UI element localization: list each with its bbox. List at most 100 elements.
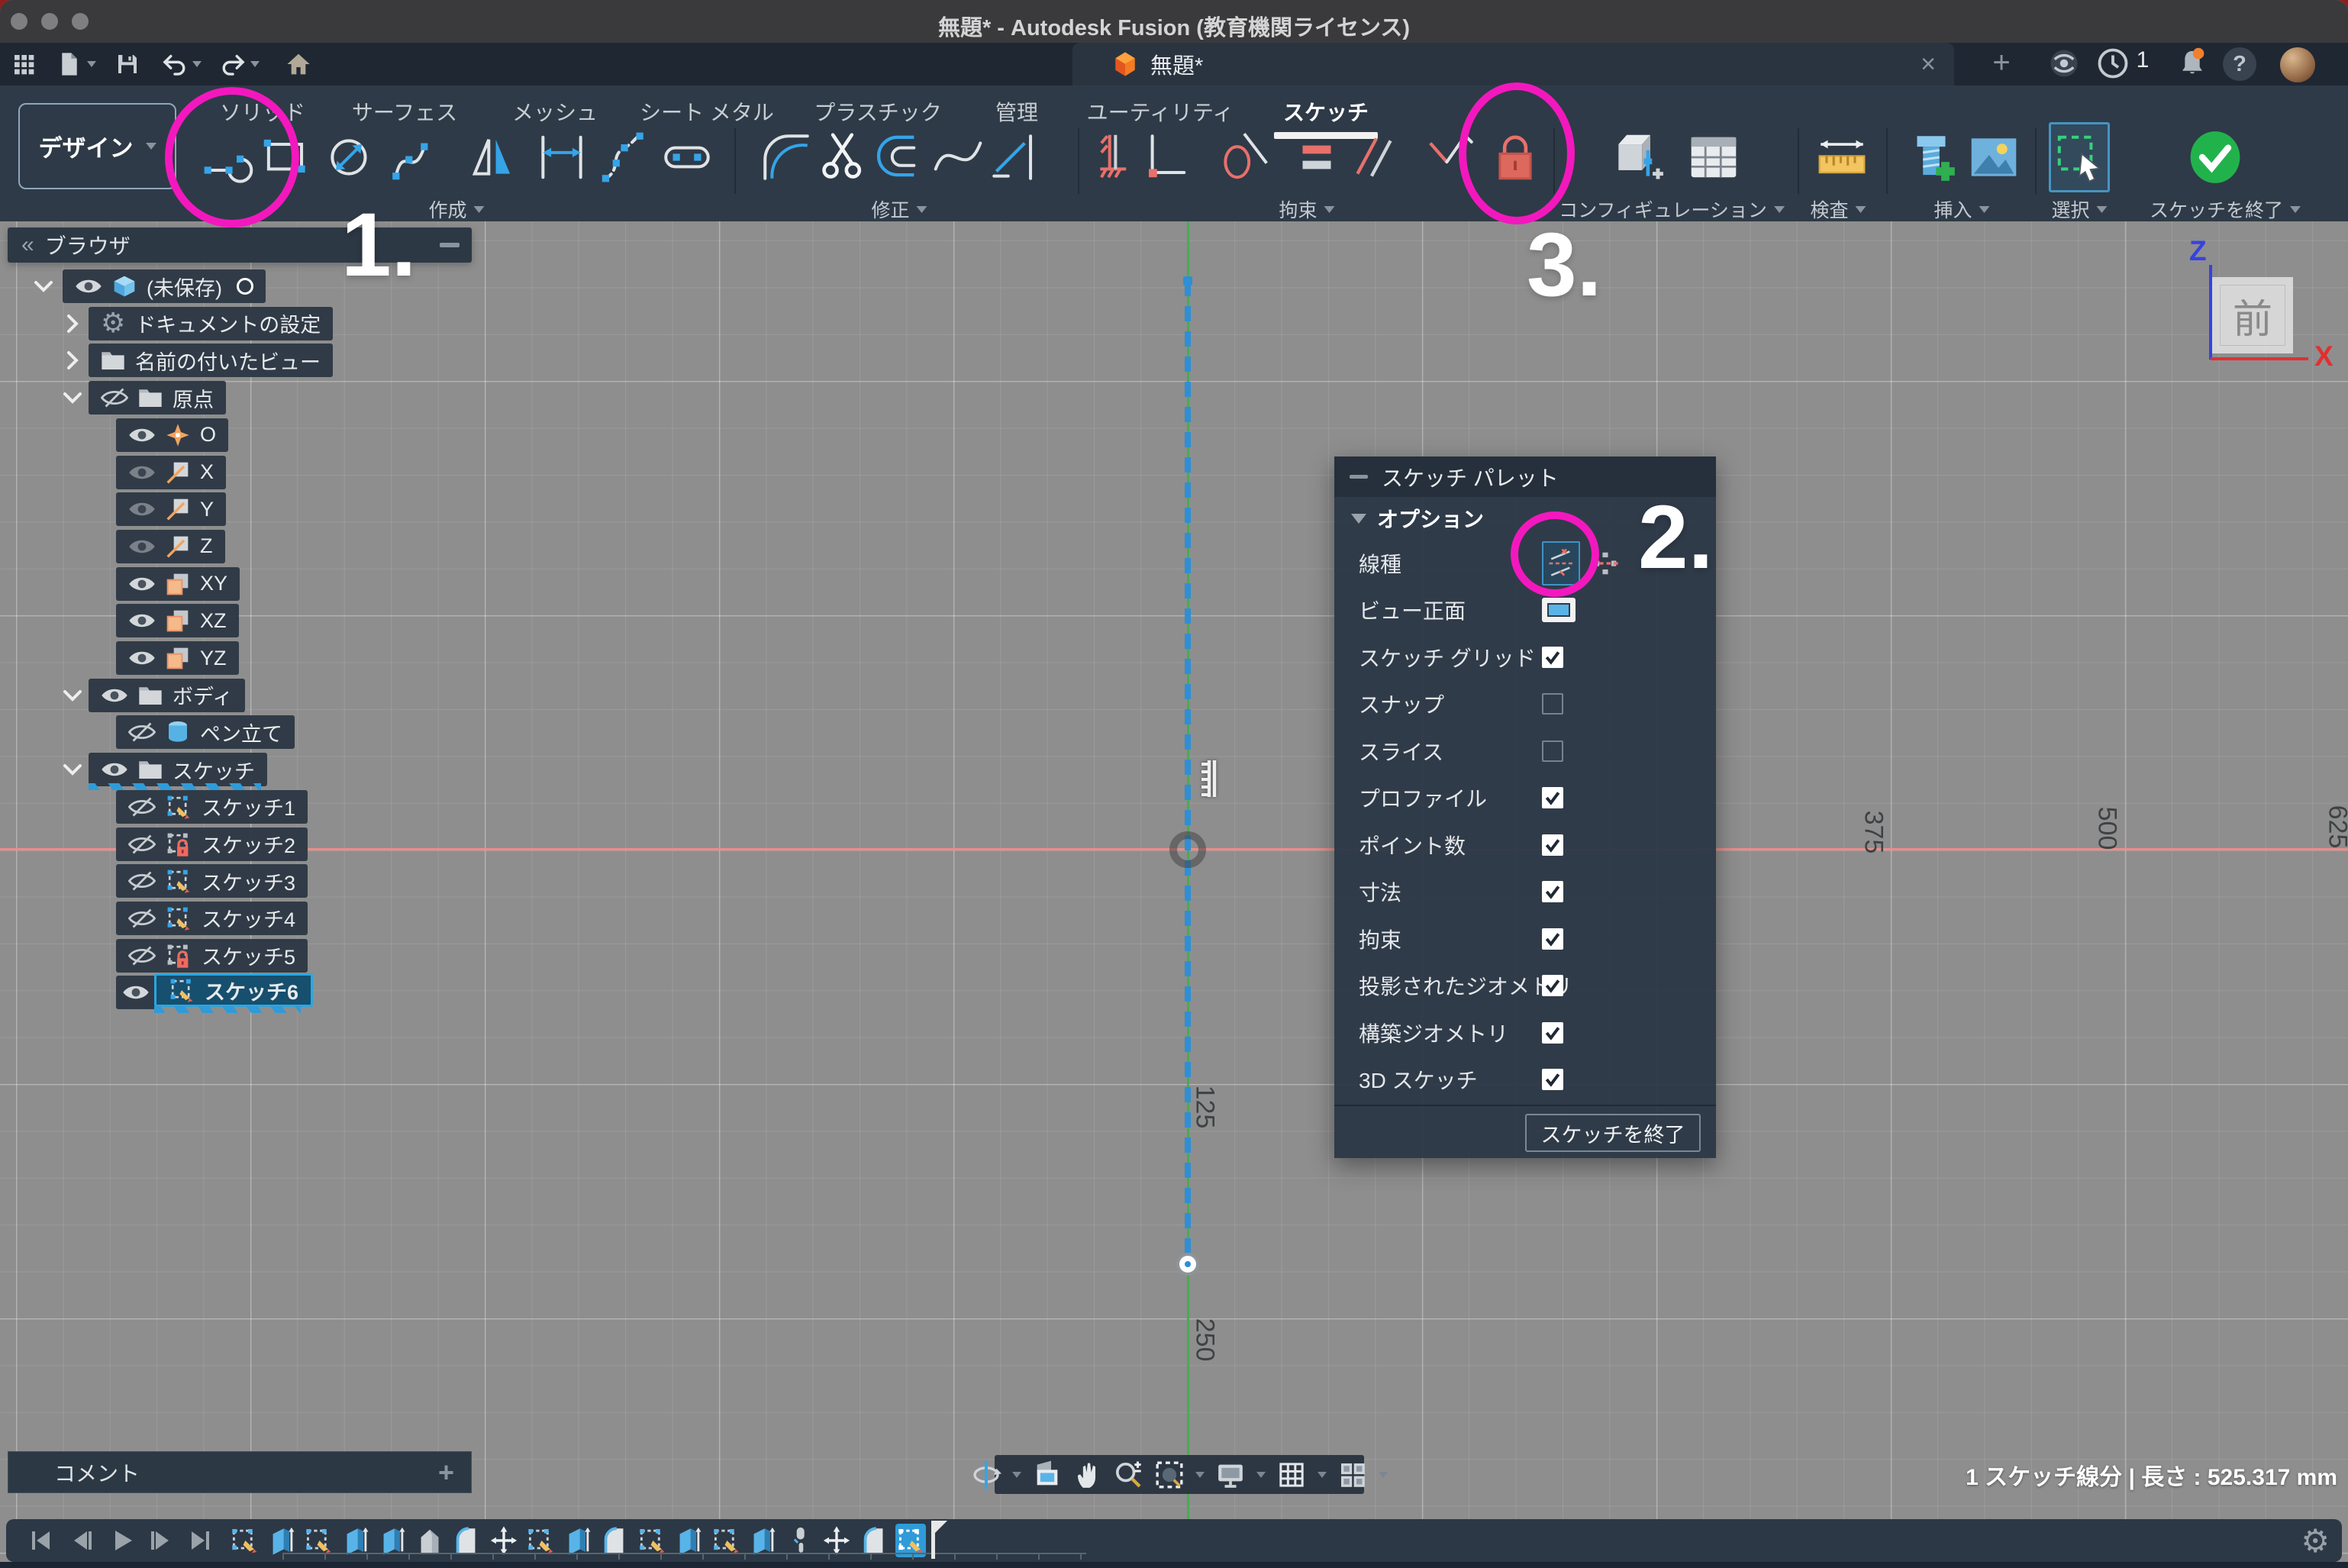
pan-icon[interactable]: [1073, 1460, 1102, 1490]
grid-settings-caret-icon[interactable]: [1318, 1472, 1327, 1478]
notifications-bell-icon[interactable]: [2175, 47, 2209, 79]
look-at-view-button[interactable]: [1542, 598, 1576, 622]
step-forward-button[interactable]: [144, 1525, 179, 1556]
checkbox-checked-icon[interactable]: [1542, 928, 1563, 950]
browser-row-Y[interactable]: Y: [116, 492, 226, 526]
checkbox-checked-icon[interactable]: [1542, 1022, 1563, 1044]
fit-caret-icon[interactable]: [1195, 1472, 1205, 1478]
display-settings-caret-icon[interactable]: [1256, 1472, 1266, 1478]
browser-row-スケッチ6[interactable]: スケッチ6: [154, 973, 313, 1007]
group-dropdown-6[interactable]: 挿入: [1934, 195, 1989, 223]
extensions-icon[interactable]: [2047, 47, 2081, 79]
visibility-toggle[interactable]: [128, 463, 156, 482]
minimize-panel-icon[interactable]: [440, 243, 460, 247]
look-at-page-icon[interactable]: [1032, 1460, 1063, 1490]
chevron-down-icon[interactable]: [61, 760, 84, 779]
orbit-caret-icon[interactable]: [1012, 1472, 1021, 1478]
help-icon[interactable]: ?: [2223, 47, 2256, 81]
visibility-toggle[interactable]: [128, 908, 156, 929]
equal-tool-icon[interactable]: [1286, 125, 1347, 189]
app-launcher-icon[interactable]: [11, 51, 37, 77]
circle-2pt-tool-icon[interactable]: [321, 125, 382, 189]
spline-tool-icon[interactable]: [385, 125, 447, 189]
timeline-settings-gear-icon[interactable]: ⚙: [2301, 1522, 2330, 1560]
curve-tool-icon[interactable]: [927, 125, 989, 189]
browser-row-ドキュメントの設定[interactable]: ⚙ドキュメントの設定: [89, 307, 333, 340]
timeline-ruler[interactable]: [282, 1553, 1086, 1560]
home-icon[interactable]: [285, 51, 311, 77]
browser-row-O[interactable]: O: [116, 418, 228, 452]
comments-bar[interactable]: コメント +: [8, 1451, 472, 1493]
mirror-tool-icon[interactable]: [464, 125, 525, 189]
play-button[interactable]: [104, 1525, 139, 1556]
checkbox-checked-icon[interactable]: [1542, 787, 1563, 808]
visibility-toggle[interactable]: [101, 760, 128, 779]
visibility-toggle[interactable]: [128, 648, 156, 668]
viewports-caret-icon[interactable]: [1379, 1472, 1388, 1478]
visibility-toggle[interactable]: [128, 945, 156, 966]
tab-ユーティリティ[interactable]: ユーティリティ: [1087, 96, 1234, 127]
group-dropdown-1[interactable]: 作成: [428, 195, 484, 223]
insert-image-tool-icon[interactable]: [1963, 125, 2024, 189]
timeline-playhead[interactable]: [931, 1521, 935, 1559]
tab-メッシュ[interactable]: メッシュ: [512, 96, 598, 127]
browser-row-YZ[interactable]: YZ: [116, 641, 239, 675]
line-endpoint-top[interactable]: [1183, 276, 1192, 286]
orbit-icon[interactable]: [971, 1460, 1001, 1490]
visibility-toggle[interactable]: [101, 686, 128, 705]
browser-row-XY[interactable]: XY: [116, 567, 240, 601]
checkbox-checked-icon[interactable]: [1542, 881, 1563, 902]
tangent-tool-icon[interactable]: [1214, 125, 1275, 189]
skip-start-button[interactable]: [24, 1525, 60, 1556]
browser-row-Z[interactable]: Z: [116, 530, 225, 563]
visibility-toggle[interactable]: [128, 721, 156, 743]
close-tab-icon[interactable]: ×: [1914, 50, 1942, 78]
tab-スケッチ[interactable]: スケッチ: [1283, 96, 1369, 127]
viewports-icon[interactable]: [1337, 1460, 1368, 1490]
tab-サーフェス[interactable]: サーフェス: [352, 96, 457, 127]
chevron-down-icon[interactable]: [32, 276, 55, 296]
save-button[interactable]: [114, 51, 140, 77]
parallel-tool-icon[interactable]: [1343, 125, 1405, 189]
checkbox-checked-icon[interactable]: [1542, 647, 1563, 668]
browser-row-スケッチ2[interactable]: スケッチ2: [116, 828, 308, 861]
checkbox-checked-icon[interactable]: [1542, 1069, 1563, 1090]
visibility-toggle[interactable]: [128, 834, 156, 855]
chevron-down-icon[interactable]: [61, 388, 84, 408]
chevron-right-icon[interactable]: [61, 350, 84, 370]
browser-row-スケッチ[interactable]: スケッチ: [89, 753, 267, 786]
viewcube[interactable]: 前: [2212, 277, 2293, 353]
skip-end-button[interactable]: [182, 1525, 217, 1556]
avatar[interactable]: [2279, 47, 2316, 82]
visibility-toggle[interactable]: [128, 537, 156, 557]
perpendicular-tool-icon[interactable]: [1134, 125, 1195, 189]
undo-button[interactable]: [162, 51, 188, 77]
timeline-feature-sketch[interactable]: [229, 1524, 260, 1557]
config-table-tool-icon[interactable]: [1683, 125, 1744, 189]
visibility-toggle[interactable]: [128, 499, 156, 519]
file-menu-caret-icon[interactable]: [85, 60, 98, 69]
browser-row-XZ[interactable]: XZ: [116, 604, 239, 637]
browser-row-X[interactable]: X: [116, 456, 226, 489]
trim-tool-icon[interactable]: [813, 125, 874, 189]
tab-管理[interactable]: 管理: [995, 96, 1038, 127]
checkbox-checked-icon[interactable]: [1542, 834, 1563, 856]
chevron-down-icon[interactable]: [61, 686, 84, 705]
chevron-right-icon[interactable]: [61, 314, 84, 334]
browser-row-名前の付いたビュー[interactable]: 名前の付いたビュー: [89, 344, 333, 377]
job-status-icon[interactable]: [2096, 47, 2130, 79]
tab-プラスチック[interactable]: プラスチック: [814, 96, 941, 127]
slot-tool-icon[interactable]: [656, 125, 718, 189]
new-tab-button[interactable]: +: [1985, 47, 2018, 78]
visibility-toggle[interactable]: [128, 870, 156, 892]
file-menu-button[interactable]: [56, 51, 82, 77]
finish-sketch-tool-icon[interactable]: [2185, 125, 2246, 189]
group-dropdown-8[interactable]: スケッチを終了: [2150, 195, 2301, 223]
offset-tool-icon[interactable]: [874, 125, 935, 189]
constraint-badge-icon[interactable]: [1195, 758, 1218, 799]
visibility-toggle[interactable]: [128, 796, 156, 818]
tab-シート メタル[interactable]: シート メタル: [640, 96, 774, 127]
visibility-toggle[interactable]: [75, 276, 102, 296]
redo-caret-icon[interactable]: [249, 60, 261, 69]
checkbox-unchecked-icon[interactable]: [1542, 693, 1563, 715]
